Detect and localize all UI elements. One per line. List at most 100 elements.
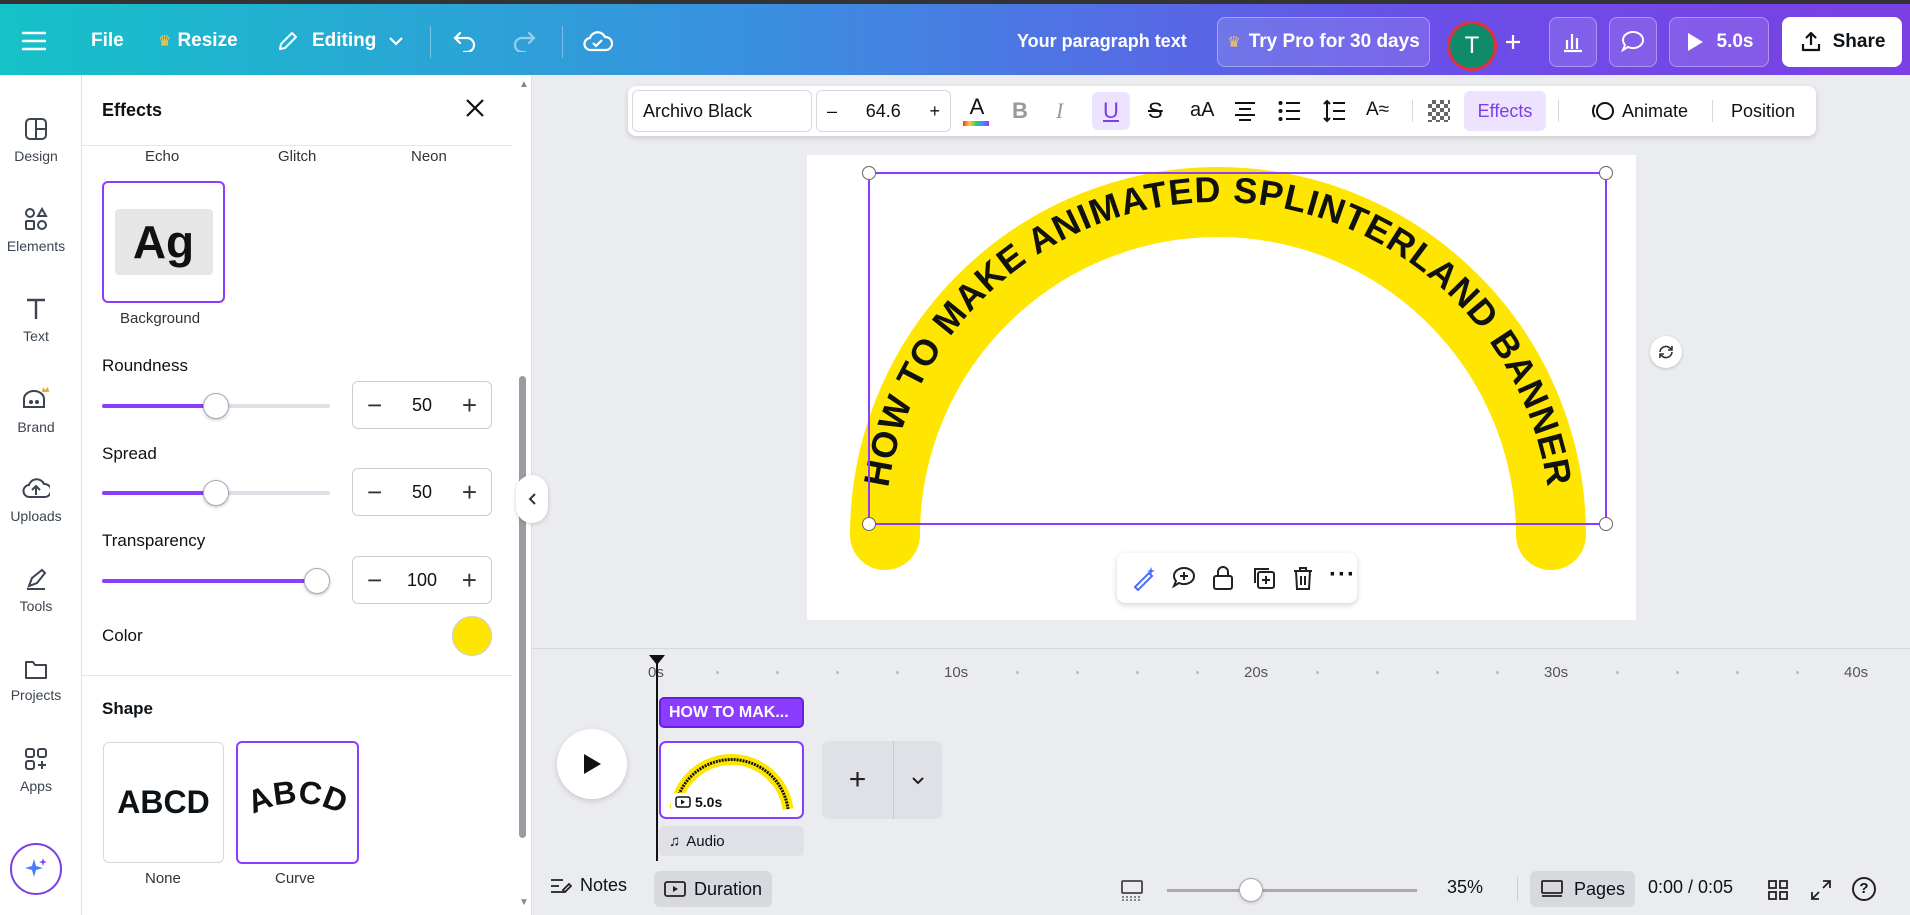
collapse-panel-button[interactable] — [516, 475, 548, 523]
text-color-a-icon: A — [969, 94, 985, 119]
increment-button[interactable]: + — [462, 392, 477, 418]
text-color-button[interactable]: A — [963, 94, 991, 128]
comments-button[interactable] — [1609, 17, 1657, 67]
pages-button[interactable]: Pages — [1530, 871, 1636, 907]
decrement-button[interactable]: − — [367, 392, 382, 418]
style-label-echo[interactable]: Echo — [145, 148, 179, 165]
rail-item-text[interactable]: Text — [0, 280, 72, 360]
resize-handle[interactable] — [862, 166, 876, 180]
share-button[interactable]: Share — [1782, 17, 1902, 67]
scrollbar-thumb[interactable] — [519, 376, 526, 838]
font-family-selector[interactable]: Archivo Black — [632, 90, 812, 132]
slider-knob[interactable] — [203, 480, 229, 506]
transparency-stepper: − 100 + — [352, 556, 492, 604]
undo-button[interactable] — [452, 8, 478, 74]
strikethrough-icon[interactable]: S — [1148, 98, 1163, 124]
transparency-slider[interactable] — [102, 568, 330, 594]
close-panel-button[interactable] — [464, 97, 486, 124]
underline-icon[interactable]: U — [1092, 92, 1130, 130]
bold-icon[interactable]: B — [1012, 98, 1028, 124]
effects-button[interactable]: Effects — [1464, 91, 1546, 131]
zoom-slider[interactable] — [1167, 878, 1417, 902]
increment-button[interactable]: + — [462, 479, 477, 505]
align-center-icon[interactable] — [1234, 101, 1256, 121]
playhead[interactable] — [649, 655, 665, 861]
shape-none-option[interactable]: ABCD — [103, 742, 224, 863]
lock-icon[interactable] — [1211, 565, 1235, 591]
zoom-slider-knob[interactable] — [1239, 878, 1263, 902]
grid-view-icon[interactable] — [1767, 879, 1789, 901]
transparency-icon[interactable] — [1428, 100, 1450, 122]
resize-button[interactable]: ♛ Resize — [158, 8, 238, 74]
add-page-options-button[interactable] — [894, 741, 942, 819]
font-size-value[interactable]: 64.6 — [866, 101, 901, 122]
duration-button[interactable]: Duration — [654, 871, 773, 907]
magic-edit-icon[interactable] — [1131, 565, 1157, 591]
list-icon[interactable] — [1278, 100, 1300, 122]
letter-case-icon[interactable]: aA — [1190, 99, 1214, 122]
spacing-icon[interactable] — [1322, 99, 1346, 123]
magic-assistant-button[interactable] — [10, 843, 62, 895]
layout-icon[interactable] — [1120, 879, 1144, 901]
slider-knob[interactable] — [304, 568, 330, 594]
text-track-clip[interactable]: HOW TO MAK... — [659, 697, 804, 728]
timeline-play-button[interactable] — [557, 729, 627, 799]
style-label-neon[interactable]: Neon — [411, 148, 447, 165]
text-effects-icon[interactable]: A≈ — [1366, 99, 1389, 121]
increment-button[interactable]: + — [929, 101, 940, 122]
menu-button[interactable] — [22, 8, 46, 74]
decrement-button[interactable]: − — [367, 567, 382, 593]
shape-curve-option[interactable]: ABCD — [236, 741, 359, 864]
add-comment-icon[interactable] — [1171, 565, 1197, 591]
rail-item-elements[interactable]: Elements — [0, 190, 72, 270]
try-pro-button[interactable]: ♛ Try Pro for 30 days — [1217, 17, 1430, 67]
share-label: Share — [1832, 31, 1886, 52]
slider-knob[interactable] — [203, 393, 229, 419]
style-background-option[interactable]: Ag — [102, 181, 225, 303]
font-size-stepper: – 64.6 + — [816, 90, 951, 132]
decrement-button[interactable]: – — [827, 101, 837, 122]
rail-item-brand[interactable]: Brand — [0, 370, 72, 450]
spread-slider[interactable] — [102, 480, 330, 506]
rail-item-design[interactable]: Design — [0, 100, 72, 180]
duplicate-icon[interactable] — [1251, 565, 1277, 591]
avatar[interactable]: T — [1447, 21, 1497, 71]
position-button[interactable]: Position — [1731, 91, 1795, 131]
audio-track[interactable]: ♫ Audio — [659, 826, 804, 856]
animate-button[interactable]: Animate — [1590, 91, 1688, 131]
redo-button[interactable] — [511, 8, 537, 74]
shape-curve-label: Curve — [275, 870, 316, 887]
play-button[interactable]: 5.0s — [1669, 17, 1769, 67]
zoom-level[interactable]: 35% — [1447, 877, 1483, 898]
spread-value[interactable]: 50 — [412, 482, 432, 503]
roundness-value[interactable]: 50 — [412, 395, 432, 416]
add-collaborator-button[interactable] — [1492, 17, 1534, 67]
color-swatch[interactable] — [452, 616, 492, 656]
increment-button[interactable]: + — [462, 567, 477, 593]
rail-item-tools[interactable]: Tools — [0, 550, 72, 630]
cloud-save-status[interactable] — [583, 8, 613, 74]
resize-handle[interactable] — [862, 517, 876, 531]
rail-item-apps[interactable]: Apps — [0, 730, 72, 810]
insights-button[interactable] — [1549, 17, 1597, 67]
rail-item-uploads[interactable]: Uploads — [0, 460, 72, 540]
transparency-value[interactable]: 100 — [407, 570, 437, 591]
doc-title[interactable]: Your paragraph text — [1017, 8, 1187, 74]
decrement-button[interactable]: − — [367, 479, 382, 505]
roundness-slider[interactable] — [102, 393, 330, 419]
resize-handle[interactable] — [1599, 166, 1613, 180]
italic-icon[interactable]: I — [1056, 98, 1063, 124]
rotate-handle[interactable] — [1650, 336, 1682, 368]
add-page-button[interactable]: + — [822, 741, 893, 819]
fullscreen-icon[interactable] — [1810, 879, 1832, 901]
delete-icon[interactable] — [1291, 565, 1315, 591]
file-menu[interactable]: File — [91, 8, 124, 74]
rail-item-projects[interactable]: Projects — [0, 640, 72, 720]
notes-button[interactable]: Notes — [550, 875, 627, 896]
editing-mode-dropdown[interactable]: Editing — [276, 8, 404, 74]
resize-handle[interactable] — [1599, 517, 1613, 531]
help-icon[interactable]: ? — [1852, 877, 1876, 901]
page-clip[interactable]: 5.0s — [659, 741, 804, 819]
style-label-glitch[interactable]: Glitch — [278, 148, 316, 165]
more-options-icon[interactable]: ··· — [1329, 561, 1356, 589]
